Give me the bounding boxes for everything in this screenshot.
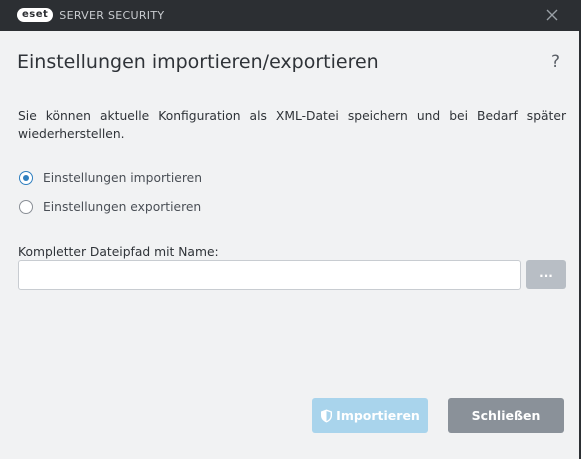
- import-button-label: Importieren: [336, 408, 420, 423]
- browse-button[interactable]: ...: [526, 260, 566, 289]
- eset-logo: eset SERVER SECURITY: [17, 7, 164, 23]
- title-bar: eset SERVER SECURITY: [0, 0, 581, 31]
- close-icon[interactable]: [545, 8, 559, 22]
- file-path-input[interactable]: [18, 260, 521, 290]
- shield-icon: [321, 409, 333, 422]
- import-button[interactable]: Importieren: [312, 398, 428, 433]
- radio-import-button[interactable]: [19, 171, 33, 185]
- close-button[interactable]: Schließen: [448, 398, 564, 433]
- description-text: Sie können aktuelle Konfiguration als XM…: [18, 109, 566, 141]
- radio-import-label: Einstellungen importieren: [43, 171, 202, 185]
- radio-export[interactable]: Einstellungen exportieren: [19, 198, 201, 216]
- radio-import[interactable]: Einstellungen importieren: [19, 169, 202, 187]
- radio-export-button[interactable]: [19, 200, 33, 214]
- path-field-label: Kompletter Dateipfad mit Name:: [18, 245, 219, 259]
- help-button[interactable]: ?: [551, 52, 560, 72]
- radio-export-label: Einstellungen exportieren: [43, 200, 202, 214]
- product-name: SERVER SECURITY: [59, 8, 165, 22]
- logo-badge: eset: [17, 8, 54, 22]
- dialog-title: Einstellungen importieren/exportieren: [17, 51, 379, 73]
